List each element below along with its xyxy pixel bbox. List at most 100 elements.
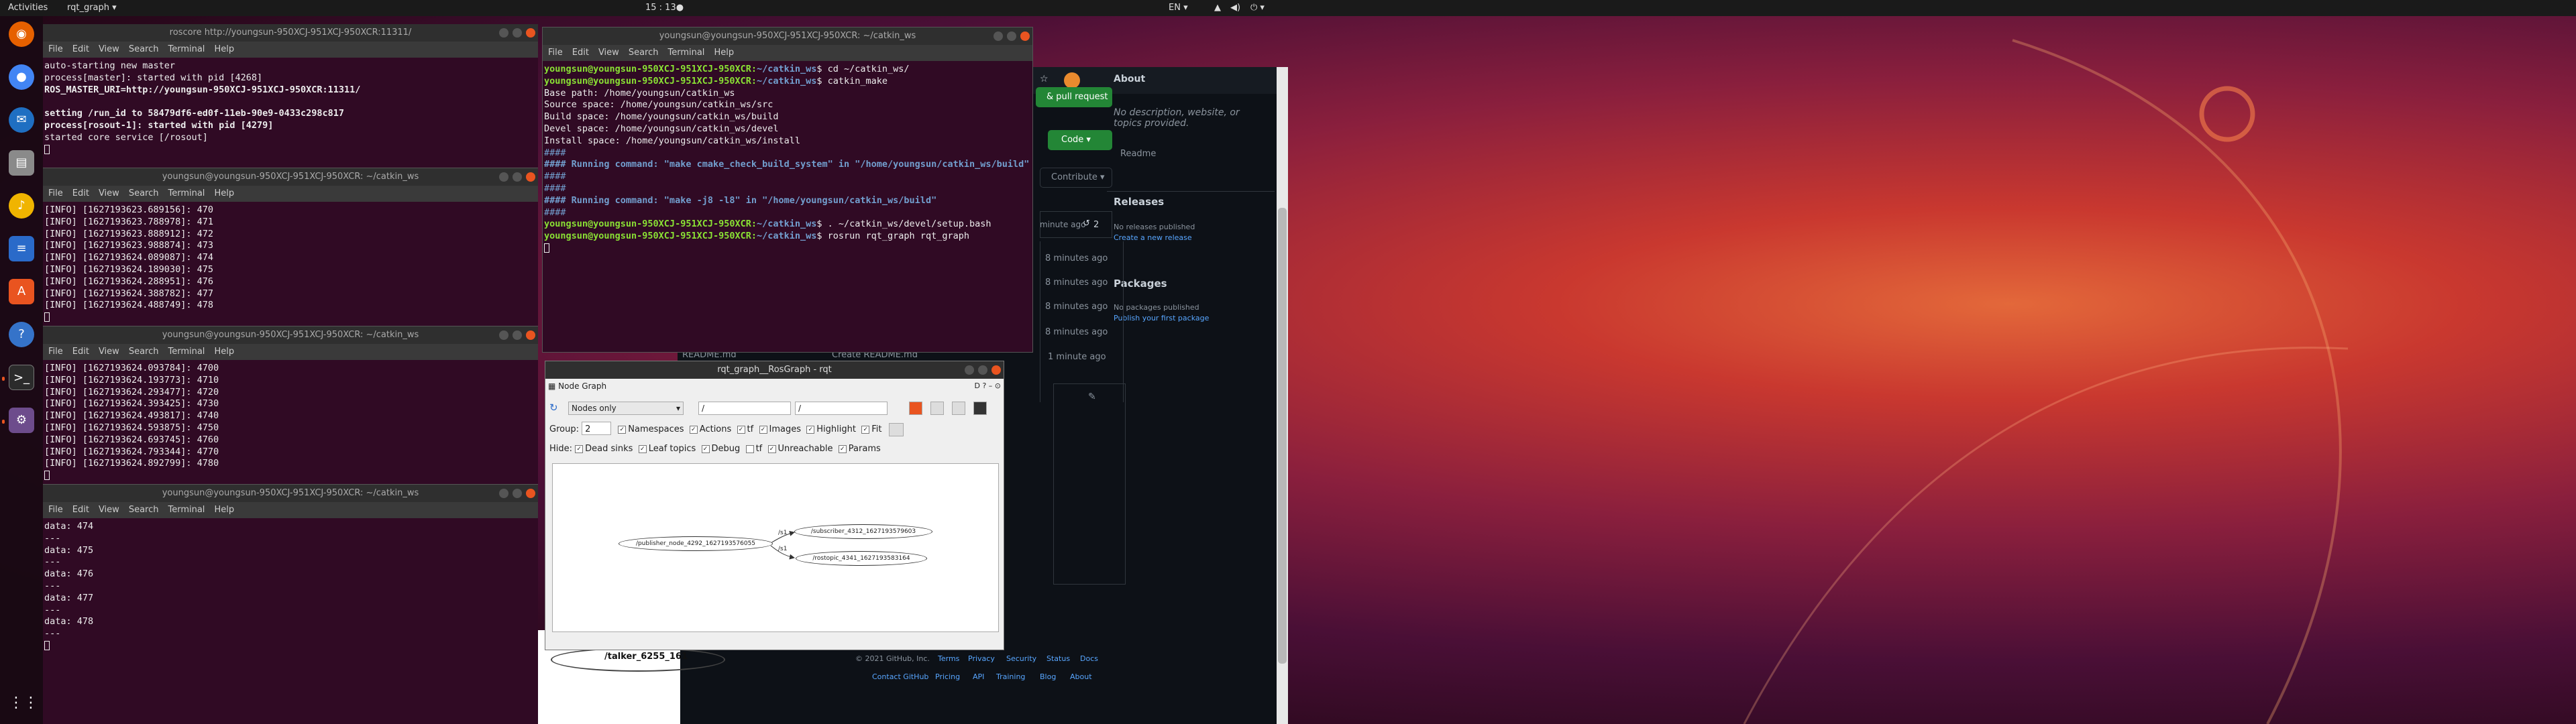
power-icon[interactable]: ⏻ ▾ bbox=[1250, 3, 1265, 13]
graph-type-select[interactable]: Nodes only ▾ bbox=[568, 402, 684, 415]
plugin-controls[interactable]: D ? – ⊙ bbox=[974, 381, 1001, 390]
rostopic-node[interactable]: /rostopic_4341_1627193583164 bbox=[796, 551, 927, 566]
show-apps-icon[interactable]: ⋮⋮⋮ bbox=[9, 690, 53, 716]
close-icon[interactable] bbox=[526, 330, 535, 340]
files-icon[interactable]: ▤ bbox=[9, 150, 34, 176]
readme-link[interactable]: Readme bbox=[1120, 149, 1156, 159]
menu-search[interactable]: Search bbox=[129, 188, 159, 198]
hide-tf-checkbox[interactable] bbox=[745, 444, 754, 453]
menu-view[interactable]: View bbox=[598, 48, 619, 58]
close-icon[interactable] bbox=[1020, 32, 1030, 41]
close-icon[interactable] bbox=[526, 28, 535, 38]
save-image-icon[interactable] bbox=[973, 402, 987, 415]
refresh-icon[interactable]: ↻ bbox=[549, 402, 563, 415]
maximize-icon[interactable] bbox=[513, 172, 522, 182]
unreachable-checkbox[interactable]: ✓ bbox=[767, 444, 776, 453]
menu-view[interactable]: View bbox=[99, 347, 119, 357]
menu-help[interactable]: Help bbox=[214, 188, 234, 198]
terminal-output[interactable]: youngsun@youngsun-950XCJ-951XCJ-950XCR:~… bbox=[543, 61, 1032, 257]
menu-terminal[interactable]: Terminal bbox=[168, 347, 205, 357]
load-dot-icon[interactable] bbox=[909, 402, 922, 415]
app-menu[interactable]: rqt_graph ▾ bbox=[67, 3, 117, 13]
terminal-output[interactable]: data: 474 --- data: 475 --- data: 476 --- data… bbox=[43, 518, 538, 655]
footer-pricing[interactable]: Pricing bbox=[935, 672, 960, 681]
minimize-icon[interactable] bbox=[499, 172, 508, 182]
close-icon[interactable] bbox=[991, 365, 1001, 375]
menu-terminal[interactable]: Terminal bbox=[667, 48, 704, 58]
menu-search[interactable]: Search bbox=[129, 505, 159, 515]
help-icon[interactable]: ? bbox=[9, 322, 34, 347]
menu-edit[interactable]: Edit bbox=[572, 48, 589, 58]
code-button[interactable]: Code ▾ bbox=[1048, 130, 1112, 150]
menu-terminal[interactable]: Terminal bbox=[168, 505, 205, 515]
menu-file[interactable]: File bbox=[48, 44, 63, 54]
graph-canvas[interactable]: /publisher_node_4292_1627193576055 /subs… bbox=[552, 463, 999, 632]
minimize-icon[interactable] bbox=[499, 28, 508, 38]
node-filter-input[interactable]: / bbox=[698, 402, 791, 415]
footer-security[interactable]: Security bbox=[1006, 654, 1036, 663]
star-icon[interactable]: ☆ bbox=[1040, 74, 1049, 84]
minimize-icon[interactable] bbox=[994, 32, 1003, 41]
create-release-link[interactable]: Create a new release bbox=[1114, 233, 1192, 242]
topic-filter-input[interactable]: / bbox=[795, 402, 888, 415]
menu-search[interactable]: Search bbox=[129, 347, 159, 357]
fit-view-icon[interactable] bbox=[888, 422, 904, 436]
fit-checkbox[interactable]: ✓ bbox=[861, 425, 870, 434]
maximize-icon[interactable] bbox=[513, 28, 522, 38]
footer-about[interactable]: About bbox=[1070, 672, 1092, 681]
contribute-button[interactable]: Contribute ▾ bbox=[1040, 168, 1112, 188]
chrome-icon[interactable]: ● bbox=[9, 64, 34, 90]
firefox-icon[interactable]: ◉ bbox=[9, 21, 34, 47]
commit-count[interactable]: 2 bbox=[1093, 220, 1099, 230]
subscriber-node[interactable]: /subscriber_4312_1627193579603 bbox=[794, 524, 932, 539]
menu-search[interactable]: Search bbox=[129, 44, 159, 54]
rhythmbox-icon[interactable]: ♪ bbox=[9, 193, 34, 219]
menu-view[interactable]: View bbox=[99, 505, 119, 515]
close-icon[interactable] bbox=[526, 489, 535, 498]
menu-terminal[interactable]: Terminal bbox=[168, 188, 205, 198]
namespaces-checkbox[interactable]: ✓ bbox=[618, 425, 627, 434]
menu-edit[interactable]: Edit bbox=[72, 188, 89, 198]
scrollbar-thumb[interactable] bbox=[1278, 208, 1287, 664]
menu-help[interactable]: Help bbox=[214, 505, 234, 515]
debug-checkbox[interactable]: ✓ bbox=[701, 444, 710, 453]
publish-package-link[interactable]: Publish your first package bbox=[1114, 314, 1209, 322]
save-dot-icon[interactable] bbox=[930, 402, 944, 415]
images-checkbox[interactable]: ✓ bbox=[759, 425, 767, 434]
group-spinbox[interactable]: 2 bbox=[582, 422, 612, 435]
actions-checkbox[interactable]: ✓ bbox=[689, 425, 698, 434]
language-indicator[interactable]: EN ▾ bbox=[1169, 3, 1188, 13]
footer-blog[interactable]: Blog bbox=[1040, 672, 1056, 681]
footer-terms[interactable]: Terms bbox=[938, 654, 959, 663]
terminal-output[interactable]: [INFO] [1627193623.689156]: 470 [INFO] [1… bbox=[43, 202, 538, 322]
terminal-output[interactable]: auto-starting new master process[master]:… bbox=[43, 58, 538, 158]
close-icon[interactable] bbox=[526, 172, 535, 182]
highlight-checkbox[interactable]: ✓ bbox=[806, 425, 815, 434]
history-icon[interactable]: ↺ bbox=[1083, 219, 1090, 229]
menu-file[interactable]: File bbox=[48, 347, 63, 357]
dead-sinks-checkbox[interactable]: ✓ bbox=[575, 444, 584, 453]
menu-file[interactable]: File bbox=[48, 188, 63, 198]
menu-help[interactable]: Help bbox=[214, 347, 234, 357]
avatar[interactable] bbox=[1064, 72, 1080, 88]
minimize-icon[interactable] bbox=[499, 330, 508, 340]
menu-view[interactable]: View bbox=[99, 188, 119, 198]
leaf-topics-checkbox[interactable]: ✓ bbox=[638, 444, 647, 453]
releases-heading[interactable]: Releases bbox=[1114, 196, 1164, 208]
menu-file[interactable]: File bbox=[548, 48, 563, 58]
menu-edit[interactable]: Edit bbox=[72, 347, 89, 357]
maximize-icon[interactable] bbox=[978, 365, 987, 375]
terminal-icon[interactable]: >_ bbox=[9, 365, 34, 390]
activities-button[interactable]: Activities bbox=[8, 3, 48, 13]
menu-edit[interactable]: Edit bbox=[72, 44, 89, 54]
tf-checkbox[interactable]: ✓ bbox=[737, 425, 745, 434]
maximize-icon[interactable] bbox=[1007, 32, 1016, 41]
menu-help[interactable]: Help bbox=[714, 48, 734, 58]
menu-view[interactable]: View bbox=[99, 44, 119, 54]
clock[interactable]: 15 : 13● bbox=[645, 3, 684, 13]
network-icon[interactable]: ▲ bbox=[1214, 3, 1221, 13]
footer-status[interactable]: Status bbox=[1046, 654, 1070, 663]
minimize-icon[interactable] bbox=[965, 365, 974, 375]
menu-terminal[interactable]: Terminal bbox=[168, 44, 205, 54]
maximize-icon[interactable] bbox=[513, 330, 522, 340]
